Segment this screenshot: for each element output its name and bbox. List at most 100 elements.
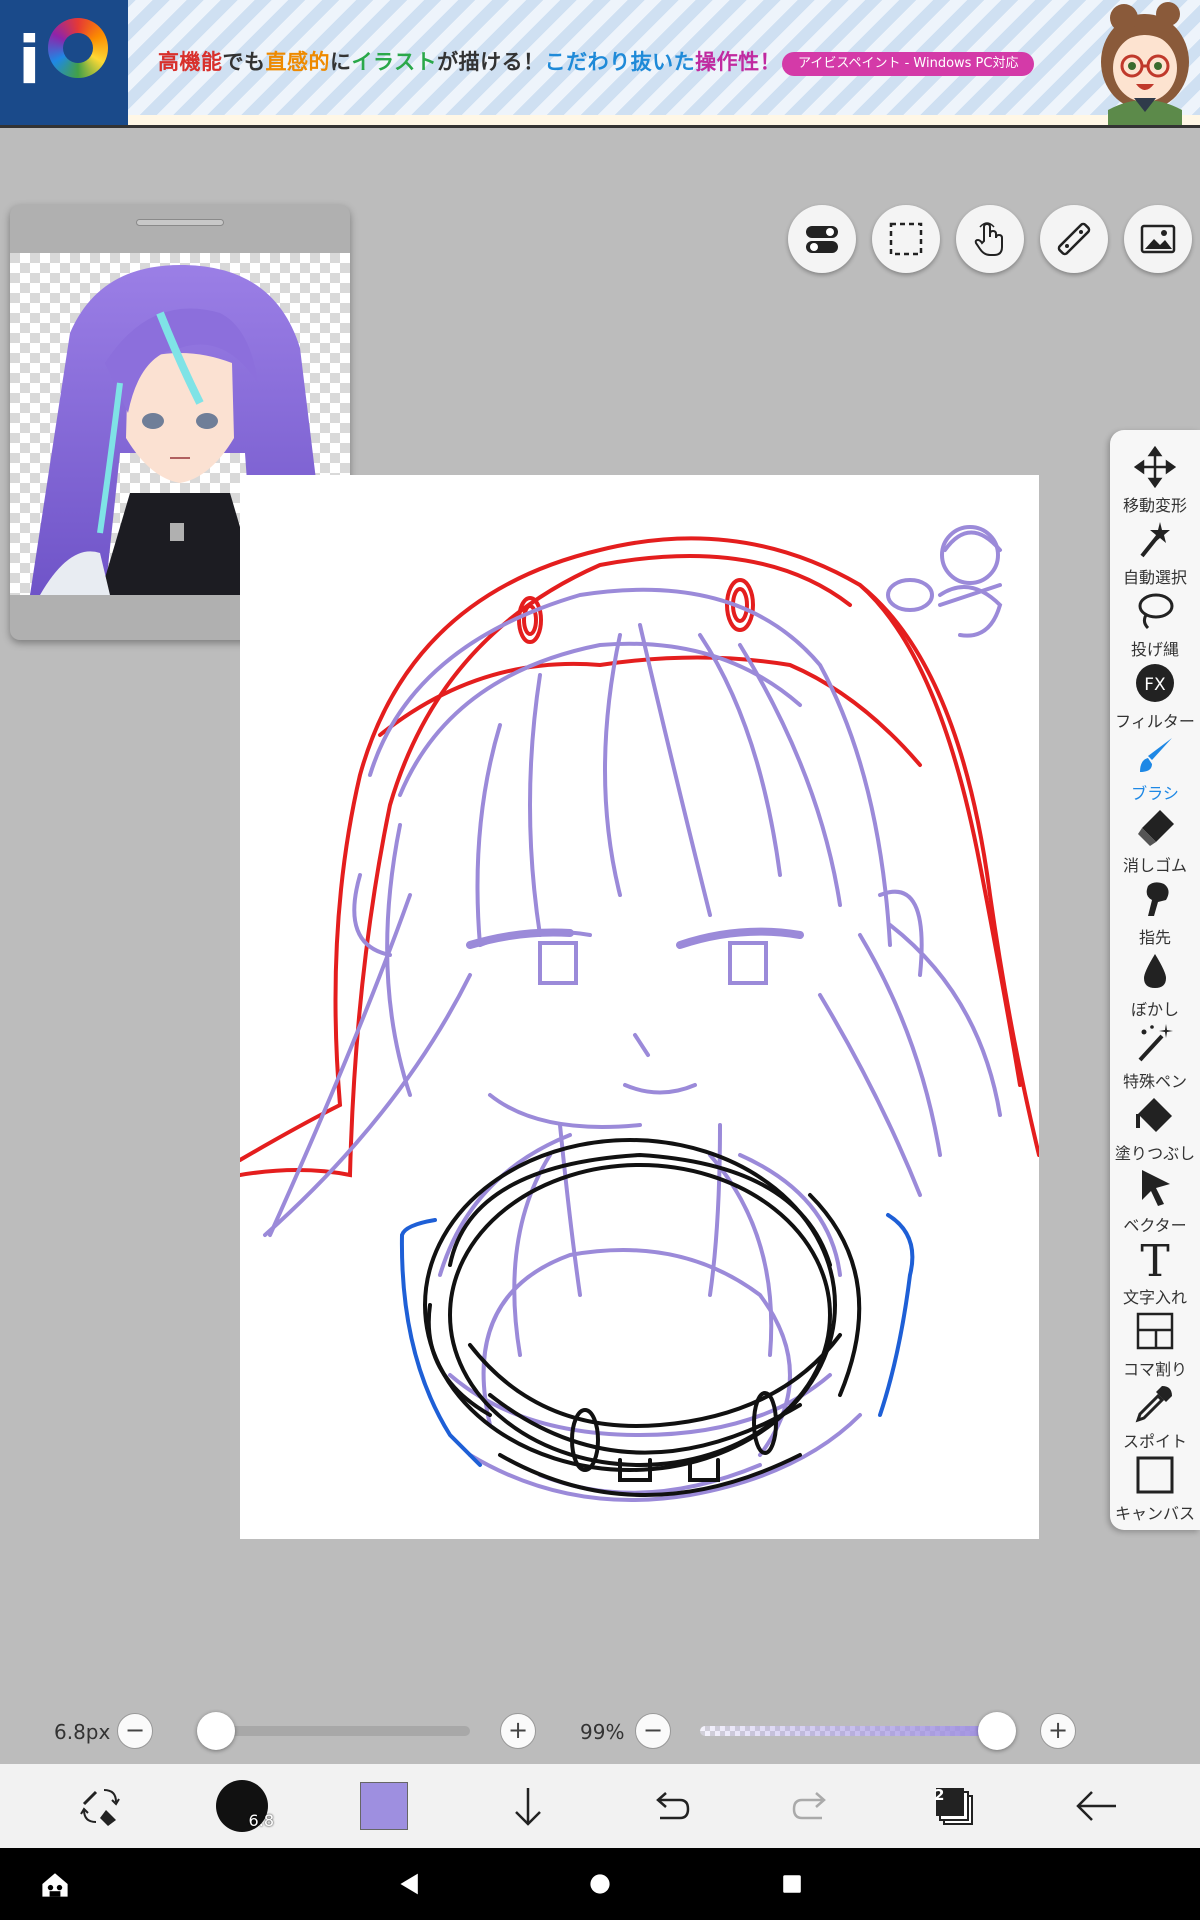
tool-special-pen[interactable]: 特殊ペン (1110, 1020, 1200, 1092)
toggle-switch-icon (806, 226, 838, 253)
ibispaint-logo-letters: i (18, 22, 41, 99)
tool-label: ベクター (1123, 1216, 1187, 1235)
headline-segment: に (330, 50, 352, 74)
tool-smudge[interactable]: 指先 (1110, 876, 1200, 948)
ibispaint-shortcut-button[interactable] (30, 1848, 80, 1920)
headline-segment: こだわり抜いた (544, 50, 696, 74)
brush-size-decrease-button[interactable]: − (117, 1713, 153, 1749)
tool-label: 文字入れ (1122, 1288, 1187, 1307)
brush-size-slider-knob[interactable] (197, 1712, 236, 1750)
canvas-icon (1136, 1456, 1174, 1494)
mascot-girl-icon (1101, 2, 1189, 125)
nav-home-circle-icon (590, 1874, 610, 1894)
settings-toggle-button[interactable] (788, 205, 856, 273)
tool-canvas[interactable]: キャンバス (1110, 1452, 1200, 1524)
selection-layer-button[interactable] (872, 205, 940, 273)
layer-count: 2 (934, 1786, 945, 1804)
brush-size-increase-button[interactable]: + (500, 1713, 536, 1749)
undo-button[interactable] (630, 1764, 710, 1848)
ruler-button[interactable] (1040, 205, 1108, 273)
tool-blur[interactable]: ぼかし (1110, 948, 1200, 1020)
tool-lasso[interactable]: 投げ縄 (1110, 588, 1200, 660)
lasso-icon (1138, 593, 1174, 630)
magic-wand-icon (1140, 522, 1170, 558)
reference-window-drag-handle[interactable] (136, 219, 224, 226)
tool-fill[interactable]: 塗りつぶし (1110, 1092, 1200, 1164)
swap-brush-eraser-button[interactable] (60, 1764, 140, 1848)
headline-segment: 操作性！ (695, 50, 782, 74)
special-pen-icon (1138, 1024, 1173, 1062)
tool-filter[interactable]: FX フィルター (1110, 660, 1200, 732)
tool-panel: 移動変形 自動選択 投げ縄 FX フィルター ブラシ 消しゴム 指先 ぼかし 特… (1110, 430, 1200, 1530)
tool-label: スポイト (1122, 1432, 1187, 1451)
redo-button[interactable] (772, 1764, 852, 1848)
tool-frame-divider[interactable]: コマ割り (1110, 1308, 1200, 1380)
color-picker-button[interactable] (344, 1764, 424, 1848)
arrow-left-icon (1076, 1791, 1116, 1821)
headline-segment: 直感的 (265, 50, 330, 74)
headline-segment: イラスト (351, 50, 438, 74)
hand-tool-button[interactable] (956, 205, 1024, 273)
image-icon (1140, 224, 1176, 254)
tool-brush[interactable]: ブラシ (1110, 732, 1200, 804)
text-icon: T (1140, 1238, 1169, 1280)
tool-vector[interactable]: ベクター (1110, 1164, 1200, 1236)
nav-home-button[interactable] (570, 1848, 630, 1920)
layers-button[interactable]: 2 (914, 1764, 994, 1848)
tool-text[interactable]: T 文字入れ (1110, 1236, 1200, 1308)
fx-icon: FX (1136, 664, 1174, 702)
ibispaint-home-icon (42, 1873, 68, 1897)
vector-cursor-icon (1142, 1170, 1170, 1206)
tool-auto-select[interactable]: 自動選択 (1110, 516, 1200, 588)
download-button[interactable] (488, 1764, 568, 1848)
headline-segment: でも (222, 50, 266, 74)
tool-label: 消しゴム (1122, 856, 1187, 875)
finger-icon (1146, 882, 1169, 916)
brush-opacity-slider-knob[interactable] (978, 1712, 1016, 1750)
nav-back-button[interactable] (380, 1848, 440, 1920)
material-image-button[interactable] (1124, 205, 1192, 273)
tool-label: 自動選択 (1122, 568, 1187, 587)
nav-back-triangle-icon (400, 1873, 418, 1895)
system-navigation-bar (0, 1848, 1200, 1920)
tool-move-transform[interactable]: 移動変形 (1110, 444, 1200, 516)
drawing-canvas[interactable] (240, 475, 1039, 1539)
ibispaint-logo: i (0, 0, 128, 125)
tool-label: キャンバス (1114, 1504, 1195, 1523)
eraser-icon (1138, 810, 1174, 846)
headline-segment: 高機能 (158, 50, 223, 74)
tool-label: 指先 (1138, 928, 1171, 947)
headline-segment: が描ける！ (437, 50, 545, 74)
hand-touch-icon (974, 222, 1003, 256)
frame-divider-icon (1136, 1312, 1174, 1350)
blur-drop-icon (1144, 954, 1166, 988)
tool-label: 移動変形 (1122, 496, 1187, 515)
tool-eyedropper[interactable]: スポイト (1110, 1380, 1200, 1452)
brush-opacity-value: 99% (580, 1720, 625, 1744)
brush-icon (1140, 738, 1172, 772)
banner-bottom-strip (0, 115, 1200, 125)
tool-label: フィルター (1115, 712, 1195, 731)
brush-size-slider[interactable] (200, 1726, 470, 1736)
dashed-selection-icon (889, 222, 923, 256)
brush-opacity-increase-button[interactable]: + (1040, 1713, 1076, 1749)
redo-icon (792, 1792, 826, 1820)
banner-badge: アイビスペイント - Windows PC対応 (782, 52, 1035, 76)
svg-text:T: T (1140, 1238, 1169, 1280)
brush-opacity-decrease-button[interactable]: − (635, 1713, 671, 1749)
nav-recents-button[interactable] (762, 1848, 822, 1920)
tool-label: 投げ縄 (1130, 640, 1179, 659)
banner-headline: 高機能でも直感的にイラストが描ける！こだわり抜いた操作性！ (158, 46, 781, 76)
brush-opacity-slider[interactable] (700, 1726, 1000, 1736)
ad-banner[interactable]: i 高機能でも直感的にイラストが描ける！こだわり抜いた操作性！ アイビスペイント… (0, 0, 1200, 128)
tool-eraser[interactable]: 消しゴム (1110, 804, 1200, 876)
brush-preview-size: 6.8 (248, 1811, 274, 1830)
fill-bucket-icon (1136, 1098, 1172, 1132)
svg-text:FX: FX (1144, 675, 1166, 695)
tool-label: 特殊ペン (1122, 1072, 1187, 1091)
eyedropper-icon (1135, 1386, 1172, 1423)
tool-label: ぼかし (1130, 1000, 1179, 1019)
back-button[interactable] (1056, 1764, 1136, 1848)
brush-settings-button[interactable]: 6.8 (202, 1764, 282, 1848)
tool-label: ブラシ (1131, 784, 1179, 803)
